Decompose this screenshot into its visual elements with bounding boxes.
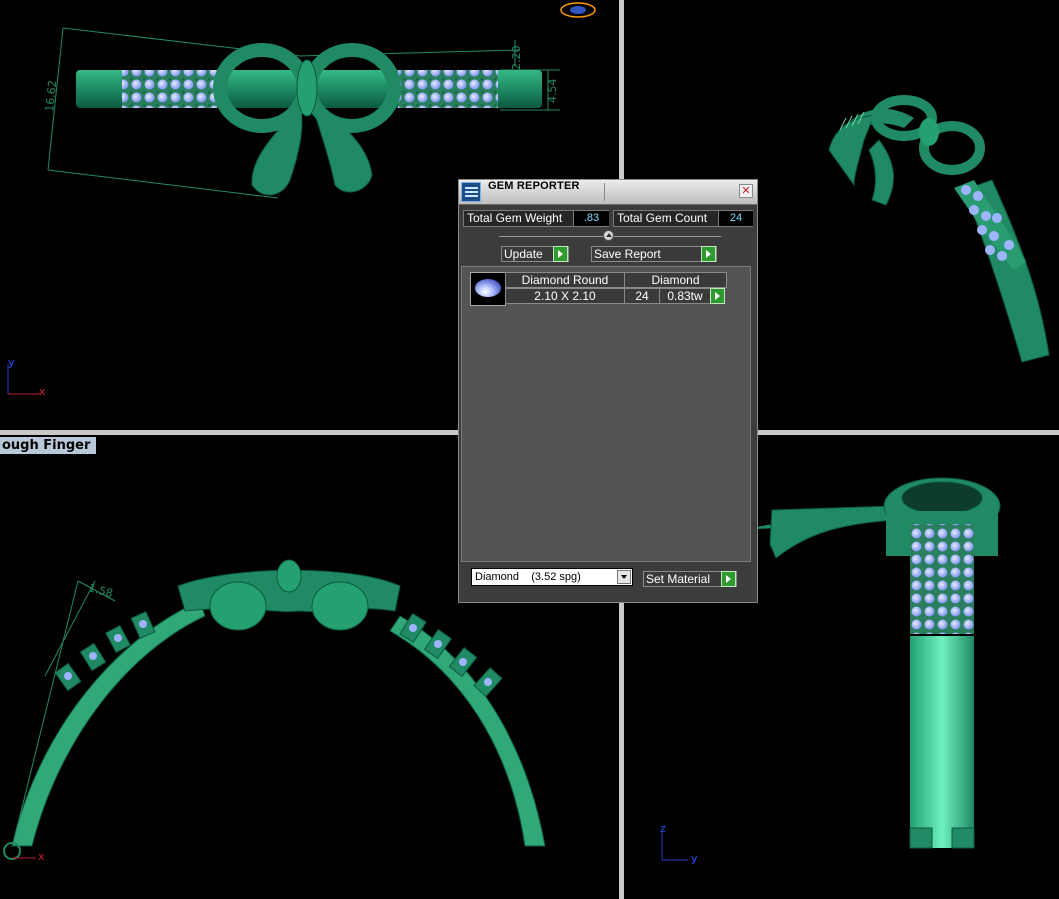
title-bar[interactable]: GEM REPORTER ✕ xyxy=(459,180,757,205)
material-select[interactable]: Diamond (3.52 spg) xyxy=(471,568,633,586)
slider-handle[interactable] xyxy=(603,230,614,241)
diamond-round-icon xyxy=(470,272,506,306)
total-weight-field: Total Gem Weight .83 xyxy=(463,210,609,227)
panel-title: GEM REPORTER xyxy=(488,180,580,192)
viewport-label[interactable]: ough Finger xyxy=(0,437,97,454)
gem-reporter-panel: GEM REPORTER ✕ Total Gem Weight .83 Tota… xyxy=(458,179,758,603)
dim-length-text: 16.62 xyxy=(43,80,59,113)
dim-width-text: 1.58 xyxy=(87,581,114,600)
play-icon[interactable] xyxy=(701,246,716,262)
total-count-field: Total Gem Count 24 xyxy=(613,210,753,227)
title-separator xyxy=(604,183,605,201)
set-material-button[interactable]: Set Material xyxy=(643,571,737,587)
play-icon[interactable] xyxy=(721,571,736,587)
update-label: Update xyxy=(504,247,543,261)
close-icon[interactable]: ✕ xyxy=(739,184,753,198)
gem-weight-cell: 0.83tw xyxy=(659,288,711,304)
gem-shape-header: Diamond Round xyxy=(505,272,625,288)
gem-type-header: Diamond xyxy=(624,272,727,288)
axis-x-label: x xyxy=(39,385,46,398)
chevron-down-icon[interactable] xyxy=(617,570,631,584)
axis-z-label: z xyxy=(660,822,666,835)
gem-count-cell: 24 xyxy=(624,288,660,304)
total-weight-label: Total Gem Weight xyxy=(467,211,563,225)
material-select-value: Diamond (3.52 spg) xyxy=(475,571,581,583)
play-icon[interactable] xyxy=(710,288,725,304)
save-report-button[interactable]: Save Report xyxy=(591,246,717,262)
save-report-label: Save Report xyxy=(594,247,661,261)
play-icon[interactable] xyxy=(553,246,568,262)
axis-y-label: y xyxy=(8,356,15,369)
dim-top-text: 2.20 xyxy=(510,46,523,71)
gem-reporter-icon xyxy=(461,182,481,202)
total-count-value: 24 xyxy=(718,211,753,226)
total-weight-value: .83 xyxy=(573,211,609,226)
dim-height-text: 4.54 xyxy=(546,79,559,104)
gem-size-cell: 2.10 X 2.10 xyxy=(505,288,625,304)
axis-x-label: x xyxy=(38,850,45,863)
update-button[interactable]: Update xyxy=(501,246,569,262)
set-material-label: Set Material xyxy=(646,572,711,586)
total-count-label: Total Gem Count xyxy=(617,211,708,225)
gem-list[interactable]: Diamond Round Diamond 2.10 X 2.10 24 0.8… xyxy=(461,266,751,562)
axis-y-label: y xyxy=(691,852,698,865)
